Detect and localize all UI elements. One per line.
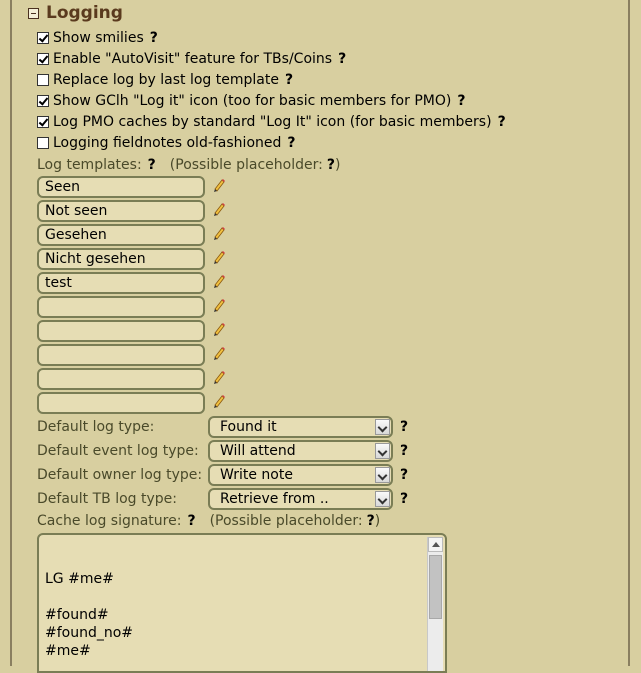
select-value: Retrieve from ..	[220, 491, 329, 507]
signature-label-row: Cache log signature: ? (Possible placeho…	[37, 512, 380, 530]
section-title: Logging	[46, 3, 123, 23]
help-icon[interactable]: ?	[285, 72, 293, 88]
logging-section-header[interactable]: Logging	[28, 3, 123, 23]
log-template-input[interactable]	[37, 296, 205, 318]
pencil-icon[interactable]	[212, 226, 226, 240]
option-show-smilies[interactable]: Show smilies ?	[37, 29, 158, 47]
help-icon[interactable]: ?	[150, 30, 158, 46]
scroll-thumb[interactable]	[429, 555, 442, 619]
default-owner-log-type-select[interactable]: Write note	[208, 464, 393, 486]
vertical-scrollbar[interactable]	[427, 537, 443, 671]
select-value: Found it	[220, 419, 277, 435]
option-fieldnotes-old-fashioned[interactable]: Logging fieldnotes old-fashioned ?	[37, 134, 296, 152]
option-replace-log[interactable]: Replace log by last log template ?	[37, 71, 293, 89]
placeholder-hint: (Possible placeholder:	[169, 157, 323, 173]
help-icon[interactable]: ?	[400, 489, 408, 509]
pencil-icon[interactable]	[212, 178, 226, 192]
pencil-icon[interactable]	[212, 322, 226, 336]
help-icon[interactable]: ?	[187, 513, 195, 529]
option-label: Show smilies	[53, 30, 144, 46]
select-value: Will attend	[220, 443, 296, 459]
help-icon[interactable]: ?	[367, 513, 375, 529]
chevron-down-icon[interactable]	[375, 491, 390, 507]
pencil-icon[interactable]	[212, 250, 226, 264]
option-label: Replace log by last log template	[53, 72, 279, 88]
log-template-input[interactable]: test	[37, 272, 205, 294]
log-template-input[interactable]: Gesehen	[37, 224, 205, 246]
help-icon[interactable]: ?	[400, 465, 408, 485]
help-icon[interactable]: ?	[327, 157, 335, 173]
default-event-log-type-label: Default event log type:	[37, 443, 199, 459]
cache-log-signature-textarea[interactable]: LG #me# #found# #found_no# #me#	[37, 533, 447, 673]
log-templates-label: Log templates:	[37, 157, 142, 173]
default-tb-log-type-label: Default TB log type:	[37, 491, 177, 507]
option-label: Log PMO caches by standard "Log It" icon…	[53, 114, 492, 130]
help-icon[interactable]: ?	[400, 417, 408, 437]
help-icon[interactable]: ?	[400, 441, 408, 461]
checkbox-log-pmo-caches[interactable]	[37, 116, 49, 128]
signature-line: #found_no#	[45, 625, 134, 641]
log-template-input[interactable]	[37, 344, 205, 366]
placeholder-hint-close: )	[334, 157, 341, 173]
chevron-down-icon[interactable]	[375, 443, 390, 459]
placeholder-hint-close: )	[374, 513, 381, 529]
log-template-input[interactable]: Not seen	[37, 200, 205, 222]
option-label: Enable "AutoVisit" feature for TBs/Coins	[53, 51, 333, 67]
scroll-up-icon[interactable]	[428, 537, 443, 552]
signature-line: #me#	[45, 643, 91, 659]
default-log-type-select[interactable]: Found it	[208, 416, 393, 438]
default-log-type-label: Default log type:	[37, 419, 155, 435]
option-autovisit[interactable]: Enable "AutoVisit" feature for TBs/Coins…	[37, 50, 346, 68]
option-label: Logging fieldnotes old-fashioned	[53, 135, 282, 151]
checkbox-fieldnotes-old-fashioned[interactable]	[37, 137, 49, 149]
default-owner-log-type-label: Default owner log type:	[37, 467, 203, 483]
option-log-pmo-caches[interactable]: Log PMO caches by standard "Log It" icon…	[37, 113, 506, 131]
chevron-down-icon[interactable]	[375, 419, 390, 435]
pencil-icon[interactable]	[212, 298, 226, 312]
default-tb-log-type-select[interactable]: Retrieve from ..	[208, 488, 393, 510]
checkbox-replace-log[interactable]	[37, 74, 49, 86]
log-template-input[interactable]: Seen	[37, 176, 205, 198]
placeholder-hint: (Possible placeholder:	[209, 513, 363, 529]
help-icon[interactable]: ?	[148, 157, 156, 173]
help-icon[interactable]: ?	[457, 93, 465, 109]
checkbox-autovisit[interactable]	[37, 53, 49, 65]
option-show-log-it-icon[interactable]: Show GClh "Log it" icon (too for basic m…	[37, 92, 465, 110]
pencil-icon[interactable]	[212, 274, 226, 288]
checkbox-show-smilies[interactable]	[37, 32, 49, 44]
option-label: Show GClh "Log it" icon (too for basic m…	[53, 93, 452, 109]
chevron-down-icon[interactable]	[375, 467, 390, 483]
signature-line: #found#	[45, 607, 109, 623]
log-template-input[interactable]	[37, 368, 205, 390]
help-icon[interactable]: ?	[498, 114, 506, 130]
log-template-input[interactable]	[37, 392, 205, 414]
log-templates-label-row: Log templates: ? (Possible placeholder: …	[37, 156, 340, 174]
pencil-icon[interactable]	[212, 370, 226, 384]
signature-label: Cache log signature:	[37, 513, 182, 529]
select-value: Write note	[220, 467, 293, 483]
pencil-icon[interactable]	[212, 202, 226, 216]
checkbox-show-log-it-icon[interactable]	[37, 95, 49, 107]
default-event-log-type-select[interactable]: Will attend	[208, 440, 393, 462]
collapse-icon[interactable]	[28, 7, 39, 19]
pencil-icon[interactable]	[212, 346, 226, 360]
signature-line: LG #me#	[45, 571, 114, 587]
log-template-input[interactable]: Nicht gesehen	[37, 248, 205, 270]
log-template-input[interactable]	[37, 320, 205, 342]
help-icon[interactable]: ?	[287, 135, 295, 151]
help-icon[interactable]: ?	[338, 51, 346, 67]
pencil-icon[interactable]	[212, 394, 226, 408]
